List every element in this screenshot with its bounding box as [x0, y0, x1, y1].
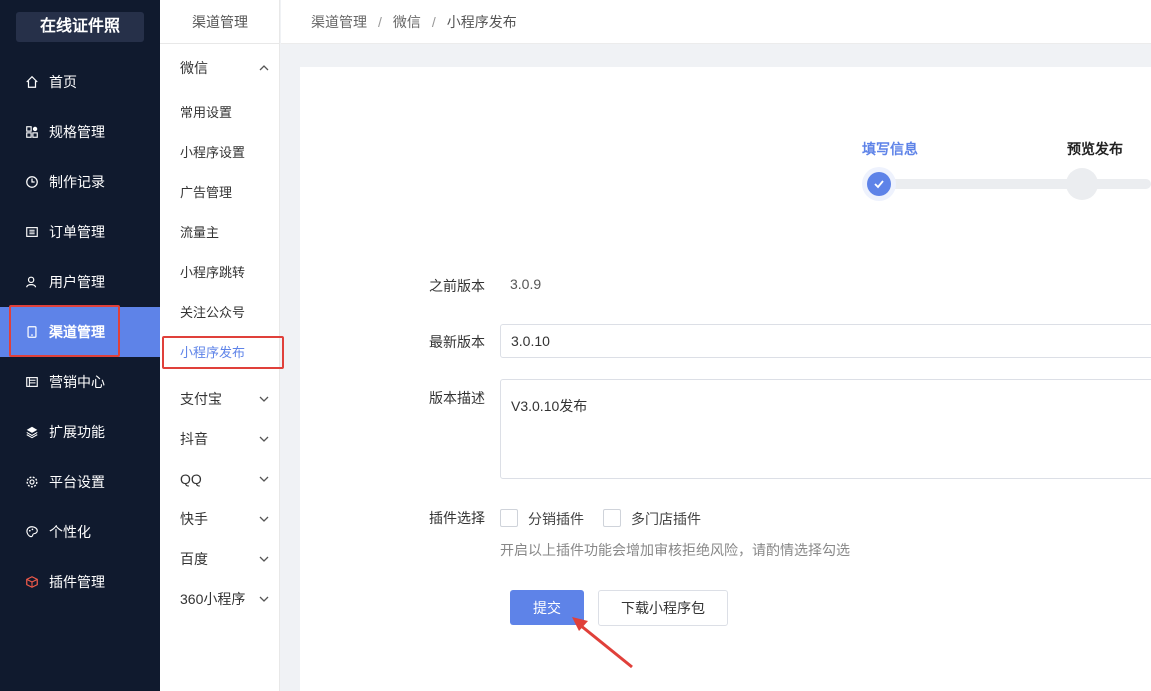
submenu-group-label: 百度 — [180, 551, 208, 567]
submit-button[interactable]: 提交 — [510, 590, 584, 625]
step-dot-done — [862, 167, 896, 201]
layers-icon — [24, 424, 40, 440]
channel-submenu: 渠道管理 微信 常用设置 小程序设置 广告管理 流量主 小程序跳转 关注公众号 … — [160, 0, 280, 691]
main-sidebar: 在线证件照 首页 规格管理 制作记录 订单管理 用户管理 渠道管理 营销中心 扩… — [0, 0, 160, 691]
submenu-group-label: 快手 — [180, 511, 208, 527]
plugin-icon — [24, 574, 40, 590]
chevron-down-icon — [259, 396, 269, 402]
user-icon — [24, 274, 40, 290]
chevron-up-icon — [259, 65, 269, 71]
version-desc-label: 版本描述 — [429, 390, 485, 406]
submenu-group-kuaishou[interactable]: 快手 — [180, 499, 270, 539]
breadcrumb-current: 小程序发布 — [446, 13, 517, 30]
breadcrumb: 渠道管理 / 微信 / 小程序发布 — [281, 0, 1151, 44]
chevron-down-icon — [259, 516, 269, 522]
app-logo: 在线证件照 — [16, 12, 144, 42]
check-icon — [874, 180, 884, 189]
multistore-plugin-label[interactable]: 多门店插件 — [631, 509, 701, 529]
prev-version-value: 3.0.9 — [510, 276, 542, 292]
download-package-button[interactable]: 下载小程序包 — [598, 590, 728, 626]
home-icon — [24, 74, 40, 90]
submenu-group-qq[interactable]: QQ — [180, 459, 270, 499]
chevron-down-icon — [259, 556, 269, 562]
submenu-group-label: 支付宝 — [180, 391, 222, 407]
step-label-preview-publish: 预览发布 — [1067, 141, 1123, 157]
nav-label: 个性化 — [49, 524, 91, 540]
submenu-group-label: QQ — [180, 471, 202, 487]
submenu-group-baidu[interactable]: 百度 — [180, 539, 270, 579]
nav-label: 订单管理 — [49, 224, 105, 240]
nav-item-plugins[interactable]: 插件管理 — [0, 557, 160, 607]
version-desc-textarea[interactable]: V3.0.10发布 — [500, 379, 1151, 479]
distribution-plugin-label[interactable]: 分销插件 — [528, 509, 584, 529]
step-dot-pending — [1066, 168, 1098, 200]
submenu-group-label: 微信 — [180, 60, 208, 76]
submenu-group-alipay[interactable]: 支付宝 — [180, 379, 270, 419]
nav-item-home[interactable]: 首页 — [0, 57, 160, 107]
submenu-item-miniprogram-settings[interactable]: 小程序设置 — [180, 133, 245, 173]
distribution-plugin-checkbox[interactable] — [500, 509, 518, 527]
submenu-item-follow-official-account[interactable]: 关注公众号 — [180, 293, 245, 333]
nav-label: 扩展功能 — [49, 424, 105, 440]
marketing-icon — [24, 374, 40, 390]
plugin-tip: 开启以上插件功能会增加审核拒绝风险，请酌情选择勾选 — [500, 542, 850, 558]
palette-icon — [24, 524, 40, 540]
clock-icon — [24, 174, 40, 190]
nav-item-marketing[interactable]: 营销中心 — [0, 357, 160, 407]
breadcrumb-separator: / — [431, 13, 436, 30]
chevron-down-icon — [259, 436, 269, 442]
nav-label: 营销中心 — [49, 374, 105, 390]
nav-item-records[interactable]: 制作记录 — [0, 157, 160, 207]
submenu-group-douyin[interactable]: 抖音 — [180, 419, 270, 459]
gear-icon — [24, 474, 40, 490]
breadcrumb-item[interactable]: 微信 — [393, 12, 421, 32]
step-label-fill-info: 填写信息 — [862, 141, 918, 157]
nav-label: 平台设置 — [49, 474, 105, 490]
submenu-title: 渠道管理 — [160, 0, 280, 44]
submenu-item-ad-management[interactable]: 广告管理 — [180, 173, 232, 213]
chevron-down-icon — [259, 596, 269, 602]
submenu-group-label: 360小程序 — [180, 591, 246, 607]
nav-label: 制作记录 — [49, 174, 105, 190]
nav-item-personalize[interactable]: 个性化 — [0, 507, 160, 557]
grid-icon — [24, 124, 40, 140]
nav-item-specs[interactable]: 规格管理 — [0, 107, 160, 157]
breadcrumb-separator: / — [378, 13, 382, 30]
steps-track — [880, 179, 1151, 189]
breadcrumb-item[interactable]: 渠道管理 — [311, 12, 367, 32]
nav-label: 插件管理 — [49, 574, 105, 590]
submenu-item-miniprogram-publish[interactable]: 小程序发布 — [180, 333, 245, 373]
nav-label: 渠道管理 — [49, 324, 105, 340]
list-icon — [24, 224, 40, 240]
nav-item-users[interactable]: 用户管理 — [0, 257, 160, 307]
submenu-group-360[interactable]: 360小程序 — [180, 579, 270, 619]
nav-item-extensions[interactable]: 扩展功能 — [0, 407, 160, 457]
submenu-item-traffic-master[interactable]: 流量主 — [180, 213, 219, 253]
submenu-item-common-settings[interactable]: 常用设置 — [180, 93, 232, 133]
tablet-icon — [24, 324, 40, 340]
nav-label: 首页 — [49, 74, 77, 90]
chevron-down-icon — [259, 476, 269, 482]
submenu-item-miniprogram-jump[interactable]: 小程序跳转 — [180, 253, 245, 293]
multistore-plugin-checkbox[interactable] — [603, 509, 621, 527]
nav-label: 用户管理 — [49, 274, 105, 290]
nav-item-platform-settings[interactable]: 平台设置 — [0, 457, 160, 507]
plugin-select-label: 插件选择 — [429, 510, 485, 526]
prev-version-label: 之前版本 — [429, 278, 485, 294]
submenu-group-label: 抖音 — [180, 431, 208, 447]
submenu-group-wechat[interactable]: 微信 — [180, 48, 270, 88]
nav-label: 规格管理 — [49, 124, 105, 140]
nav-item-orders[interactable]: 订单管理 — [0, 207, 160, 257]
latest-version-label: 最新版本 — [429, 334, 485, 350]
latest-version-input[interactable] — [500, 324, 1151, 358]
nav-item-channels[interactable]: 渠道管理 — [0, 307, 160, 357]
